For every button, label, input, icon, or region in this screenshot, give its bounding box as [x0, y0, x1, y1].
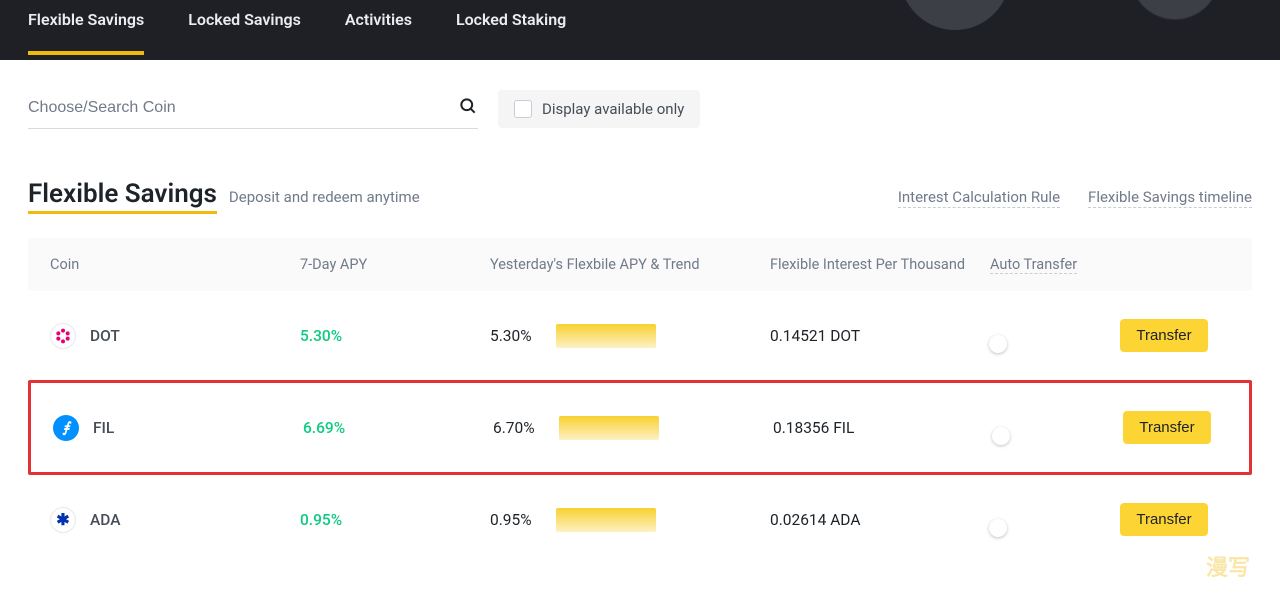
tab-flexible-savings[interactable]: Flexible Savings: [28, 10, 144, 55]
coin-name: FIL: [93, 419, 114, 437]
yesterday-apy: 0.95%: [490, 511, 532, 529]
apy-7d: 6.69%: [303, 419, 493, 437]
available-only-toggle[interactable]: Display available only: [498, 90, 700, 128]
tab-locked-savings[interactable]: Locked Savings: [188, 10, 301, 55]
th-auto-transfer: Auto Transfer: [990, 256, 1077, 274]
link-interest-rule[interactable]: Interest Calculation Rule: [898, 188, 1060, 208]
yesterday-apy: 6.70%: [493, 419, 535, 437]
table-row: ✱ ADA 0.95% 0.95% 0.02614 ADA Transfer: [28, 475, 1252, 564]
available-only-label: Display available only: [542, 100, 684, 118]
transfer-button[interactable]: Transfer: [1120, 319, 1208, 352]
page-title: Flexible Savings: [28, 179, 217, 214]
coin-icon-dot: [50, 323, 76, 349]
nav-tabs: Flexible Savings Locked Savings Activiti…: [0, 0, 1280, 60]
tab-activities[interactable]: Activities: [345, 10, 412, 55]
table-header: Coin 7-Day APY Yesterday's Flexbile APY …: [28, 238, 1252, 291]
interest-per-thousand: 0.18356 FIL: [773, 419, 993, 437]
th-interest: Flexible Interest Per Thousand: [770, 256, 990, 273]
tab-locked-staking[interactable]: Locked Staking: [456, 10, 566, 55]
coin-name: ADA: [90, 511, 121, 529]
table-row: ⨎ FIL 6.69% 6.70% 0.18356 FIL Transfer: [28, 380, 1252, 475]
yesterday-apy: 5.30%: [490, 327, 532, 345]
search-row: Display available only: [28, 88, 1252, 129]
savings-table: Coin 7-Day APY Yesterday's Flexbile APY …: [28, 238, 1252, 564]
trend-sparkline: [559, 416, 659, 440]
trend-sparkline: [556, 324, 656, 348]
title-row: Flexible Savings Deposit and redeem anyt…: [28, 179, 1252, 214]
coin-name: DOT: [90, 327, 120, 345]
transfer-button[interactable]: Transfer: [1120, 503, 1208, 536]
trend-sparkline: [556, 508, 656, 532]
apy-7d: 5.30%: [300, 327, 490, 345]
header: Flexible Savings Locked Savings Activiti…: [0, 0, 1280, 60]
table-body: DOT 5.30% 5.30% 0.14521 DOT Transfer ⨎ F…: [28, 291, 1252, 564]
search-icon[interactable]: [458, 96, 478, 120]
link-savings-timeline[interactable]: Flexible Savings timeline: [1088, 188, 1252, 208]
interest-per-thousand: 0.02614 ADA: [770, 511, 990, 529]
watermark: 漫写: [1206, 550, 1250, 582]
checkbox-icon: [514, 100, 532, 118]
coin-icon-fil: ⨎: [53, 415, 79, 441]
main-content: Display available only Flexible Savings …: [0, 60, 1280, 592]
interest-per-thousand: 0.14521 DOT: [770, 327, 990, 345]
th-yesterday: Yesterday's Flexbile APY & Trend: [490, 256, 770, 273]
page-subtitle: Deposit and redeem anytime: [229, 188, 420, 206]
coin-icon-ada: ✱: [50, 507, 76, 533]
th-coin: Coin: [50, 256, 300, 273]
table-row: DOT 5.30% 5.30% 0.14521 DOT Transfer: [28, 291, 1252, 380]
apy-7d: 0.95%: [300, 511, 490, 529]
search-input[interactable]: [28, 99, 458, 117]
transfer-button[interactable]: Transfer: [1123, 411, 1211, 444]
search-box: [28, 88, 478, 129]
th-apy7: 7-Day APY: [300, 256, 490, 273]
